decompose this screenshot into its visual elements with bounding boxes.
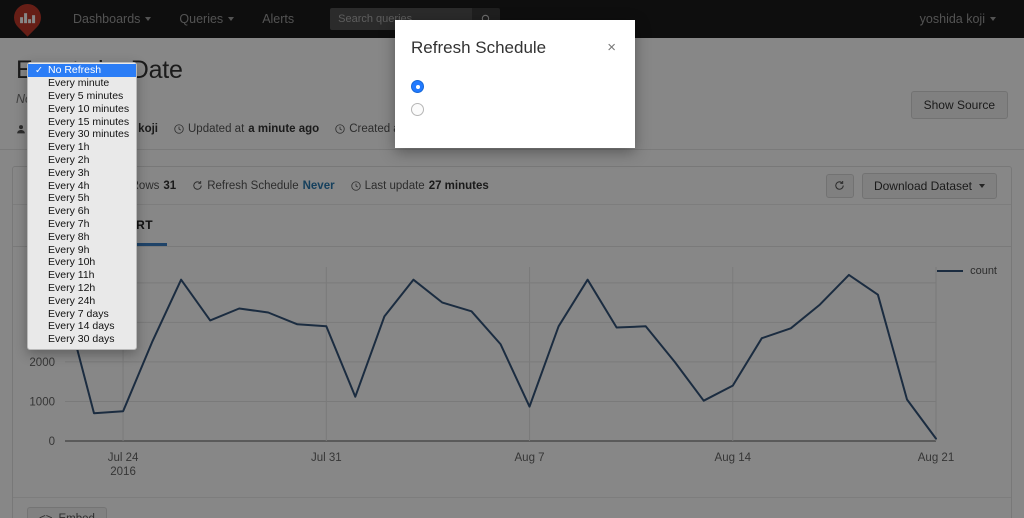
select-option[interactable]: Every 3h	[28, 166, 136, 179]
select-option-label: Every 7 days	[48, 307, 109, 320]
refresh-schedule-modal: Refresh Schedule ×	[395, 20, 635, 148]
select-option-label: Every 15 minutes	[48, 115, 130, 128]
radio-button-unselected[interactable]	[411, 103, 424, 116]
select-option[interactable]: Every 11h	[28, 269, 136, 282]
select-option[interactable]: Every 10 minutes	[28, 102, 136, 115]
refresh-option-row-1[interactable]	[411, 80, 619, 93]
select-option-label: Every 6h	[48, 205, 90, 218]
refresh-option-row-2[interactable]	[411, 103, 619, 116]
select-option-label: Every 3h	[48, 166, 90, 179]
select-option[interactable]: Every 1h	[28, 141, 136, 154]
select-option-label: Every 9h	[48, 243, 90, 256]
select-option[interactable]: Every 5h	[28, 192, 136, 205]
select-option[interactable]: ✓ No Refresh	[28, 64, 136, 77]
select-option[interactable]: Every 24h	[28, 294, 136, 307]
select-option[interactable]: Every minute	[28, 77, 136, 90]
select-option[interactable]: Every 30 days	[28, 333, 136, 346]
radio-button-selected[interactable]	[411, 80, 424, 93]
select-option-label: Every 30 days	[48, 333, 115, 346]
select-option[interactable]: Every 9h	[28, 243, 136, 256]
close-icon[interactable]: ×	[604, 38, 619, 57]
select-option-label: Every 8h	[48, 230, 90, 243]
select-option-label: Every 4h	[48, 179, 90, 192]
select-option[interactable]: Every 2h	[28, 154, 136, 167]
select-option-label: Every 5h	[48, 192, 90, 205]
select-option-label: Every 12h	[48, 281, 96, 294]
modal-body	[395, 58, 635, 148]
select-option-label: Every 7h	[48, 217, 90, 230]
select-option-label: Every 30 minutes	[48, 128, 130, 141]
select-option[interactable]: Every 12h	[28, 282, 136, 295]
select-option[interactable]: Every 10h	[28, 256, 136, 269]
select-option-label: Every 2h	[48, 153, 90, 166]
app-root: Dashboards Queries Alerts Search queries…	[0, 0, 1024, 518]
select-option[interactable]: Every 7 days	[28, 307, 136, 320]
select-option-label: Every 5 minutes	[48, 89, 124, 102]
select-option-label: Every 10 minutes	[48, 102, 130, 115]
select-option[interactable]: Every 7h	[28, 218, 136, 231]
select-option-label: No Refresh	[48, 64, 102, 77]
select-option-label: Every minute	[48, 77, 110, 90]
select-option-label: Every 10h	[48, 256, 96, 269]
select-option-label: Every 24h	[48, 294, 96, 307]
select-option[interactable]: Every 8h	[28, 230, 136, 243]
modal-header: Refresh Schedule ×	[395, 20, 635, 58]
select-option[interactable]: Every 4h	[28, 179, 136, 192]
check-icon: ✓	[35, 64, 43, 76]
select-option[interactable]: Every 6h	[28, 205, 136, 218]
modal-title: Refresh Schedule	[411, 38, 547, 57]
select-option[interactable]: Every 5 minutes	[28, 90, 136, 103]
refresh-interval-select-popup[interactable]: ✓ No Refresh Every minute Every 5 minutes Ev…	[27, 62, 137, 350]
select-option[interactable]: Every 14 days	[28, 320, 136, 333]
select-option-label: Every 11h	[48, 269, 95, 282]
select-option-label: Every 1h	[48, 141, 90, 154]
select-option-label: Every 14 days	[48, 320, 115, 333]
select-option[interactable]: Every 15 minutes	[28, 115, 136, 128]
select-option[interactable]: Every 30 minutes	[28, 128, 136, 141]
